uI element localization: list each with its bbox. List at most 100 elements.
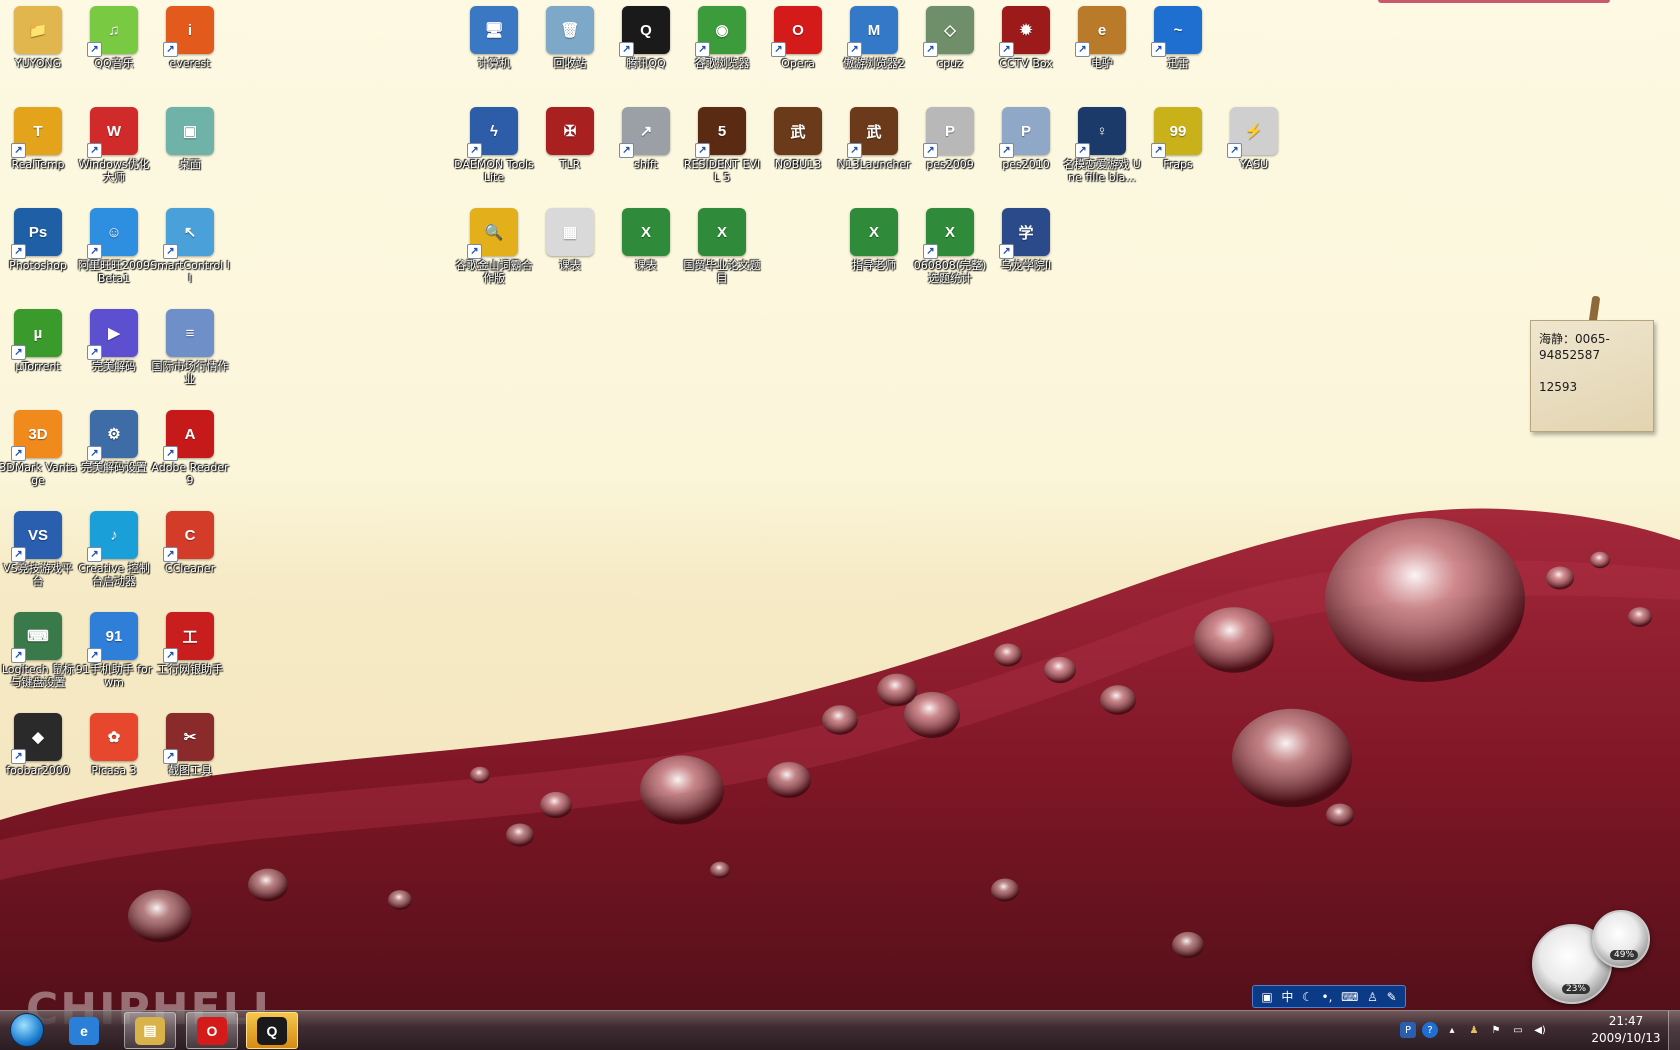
icon-yuyong-image: 📁 bbox=[14, 6, 62, 54]
icon-wanmei-decoder-image: ▶ ↗ bbox=[87, 309, 138, 360]
icon-desktop-folder[interactable]: ▣ 桌面 bbox=[152, 107, 228, 171]
help-icon[interactable]: ? bbox=[1422, 1022, 1438, 1038]
network-icon[interactable]: ▭ bbox=[1510, 1022, 1526, 1038]
icon-icbc[interactable]: 工 ↗ 工行网银助手 bbox=[152, 612, 228, 676]
icon-tencent-qq[interactable]: Q ↗ 腾讯QQ bbox=[608, 6, 684, 70]
icon-wanmei-decoder[interactable]: ▶ ↗ 完美解码 bbox=[76, 309, 152, 373]
icon-une-fille[interactable]: ♀ ↗ 名模恋爱游戏 Une fille bla... bbox=[1063, 107, 1141, 184]
icon-vs-platform-glyph: VS bbox=[27, 526, 48, 544]
icon-schedule-image[interactable]: ▦ 课表 bbox=[532, 208, 608, 272]
icon-realtemp[interactable]: T ↗ RealTemp bbox=[0, 107, 76, 171]
icon-photoshop-glyph: Ps bbox=[28, 223, 48, 241]
ime-keyboard-icon[interactable]: ⌨ bbox=[1341, 990, 1358, 1004]
icon-smartcontrol[interactable]: ↖ ↗ SmartControl II bbox=[150, 208, 230, 285]
icon-creative[interactable]: ♪ ↗ Creative 控制台启动器 bbox=[76, 511, 152, 588]
icon-recycle-bin[interactable]: 🗑 回收站 bbox=[532, 6, 608, 70]
icon-thunder[interactable]: ~ ↗ 迅雷 bbox=[1140, 6, 1216, 70]
icon-3dmark[interactable]: 3D ↗ 3DMark Vantage bbox=[0, 410, 77, 487]
icon-resident-evil[interactable]: 5 ↗ RESIDENT EVIL 5 bbox=[684, 107, 760, 184]
cpu-percent: 23% bbox=[1562, 984, 1591, 994]
icon-chrome[interactable]: ◉ ↗ 谷歌浏览器 bbox=[684, 6, 760, 70]
clock[interactable]: 21:47 2009/10/13 bbox=[1586, 1013, 1666, 1047]
ime-logo-icon[interactable]: ▣ bbox=[1261, 990, 1272, 1004]
ime-tray-icon[interactable]: P bbox=[1400, 1022, 1416, 1038]
icon-yuyong[interactable]: 📁 YUYONG bbox=[0, 6, 76, 70]
icon-label: RealTemp bbox=[11, 158, 65, 171]
icon-emule-glyph: e bbox=[1097, 21, 1107, 39]
icon-label: 完美解码设置 bbox=[81, 461, 147, 474]
icon-qq-music[interactable]: ♫ ↗ QQ音乐 bbox=[76, 6, 152, 70]
ime-toolbar[interactable]: ▣ 中 ☾ •, ⌨ ♙ ✎ bbox=[1252, 985, 1406, 1008]
icon-yasu-glyph: ⚡ bbox=[1244, 123, 1264, 140]
tray-chevron-icon[interactable]: ▴ bbox=[1444, 1022, 1460, 1038]
icon-91-assistant[interactable]: 91 ↗ 91手机助手 for wm bbox=[76, 612, 152, 689]
icon-label: 回收站 bbox=[553, 57, 587, 70]
taskbar-ie-button[interactable]: e bbox=[58, 1012, 110, 1049]
icon-photoshop[interactable]: Ps ↗ Photoshop bbox=[0, 208, 76, 272]
icon-creative-image: ♪ ↗ bbox=[87, 511, 138, 562]
taskbar-opera-button[interactable]: O bbox=[186, 1012, 238, 1049]
icon-pes2009[interactable]: P ↗ pes2009 bbox=[912, 107, 988, 171]
icon-foobar[interactable]: ◆ ↗ foobar2000 bbox=[0, 713, 76, 777]
taskbar-qq-icon: Q bbox=[257, 1016, 287, 1045]
icon-pes2010-glyph: P bbox=[1020, 122, 1031, 140]
icon-jinshan-ciba[interactable]: 🔍 ↗ 谷歌金山词霸合作版 bbox=[456, 208, 533, 285]
icon-nobu13[interactable]: 武 NOBU13 bbox=[760, 107, 836, 171]
shortcut-arrow-icon: ↗ bbox=[999, 42, 1014, 57]
icon-topic-stats[interactable]: X ↗ 060808(完整)选题统计 bbox=[912, 208, 988, 285]
icon-doc-homework[interactable]: ≡ 国际市场行情作业 bbox=[152, 309, 229, 386]
icon-pes2010[interactable]: P ↗ pes2010 bbox=[988, 107, 1064, 171]
icon-label: N13Launcher bbox=[837, 158, 911, 171]
icon-label: 3DMark Vantage bbox=[0, 461, 77, 487]
icon-schedule-excel[interactable]: X 课表 bbox=[608, 208, 684, 272]
icon-emule-image: e ↗ bbox=[1075, 6, 1126, 57]
shortcut-arrow-icon: ↗ bbox=[163, 446, 178, 461]
icon-picasa[interactable]: ✿ Picasa 3 bbox=[76, 713, 152, 777]
icon-everest[interactable]: i ↗ everest bbox=[152, 6, 228, 70]
icon-wulong-academy[interactable]: 学 ↗ 乌龙学院II bbox=[988, 208, 1064, 272]
icon-fraps[interactable]: 99 ↗ Fraps bbox=[1140, 107, 1216, 171]
sticky-note[interactable]: 海静：0065- 94852587 12593 bbox=[1530, 320, 1654, 432]
icon-utorrent[interactable]: µ ↗ µTorrent bbox=[0, 309, 76, 373]
icon-thesis-topics[interactable]: X 国贸毕业论文题目 bbox=[684, 208, 761, 285]
icon-computer[interactable]: 🖥 计算机 bbox=[456, 6, 532, 70]
icon-label: SmartControl II bbox=[150, 259, 230, 285]
ime-moon-icon[interactable]: ☾ bbox=[1302, 990, 1313, 1004]
network-app-icon[interactable]: ♟ bbox=[1466, 1022, 1482, 1038]
icon-cctv-box[interactable]: ✹ ↗ CCTV Box bbox=[988, 6, 1064, 70]
memory-gauge[interactable]: 49% bbox=[1592, 910, 1650, 968]
icon-cpuz[interactable]: ◇ ↗ cpuz bbox=[912, 6, 988, 70]
ime-user-icon[interactable]: ♙ bbox=[1367, 990, 1378, 1004]
icon-vs-platform[interactable]: VS ↗ VS竞技游戏平台 bbox=[0, 511, 76, 588]
icon-adobe-reader[interactable]: A ↗ Adobe Reader 9 bbox=[151, 410, 229, 487]
taskbar-qq-button[interactable]: Q bbox=[246, 1012, 298, 1049]
volume-icon[interactable]: ◀) bbox=[1532, 1022, 1548, 1038]
icon-une-fille-image: ♀ ↗ bbox=[1075, 107, 1126, 158]
icon-logitech[interactable]: ⌨ ↗ Logitech 鼠标与键盘设置 bbox=[0, 612, 76, 689]
icon-ccleaner[interactable]: C ↗ CCleaner bbox=[152, 511, 228, 575]
icon-n13launcher[interactable]: 武 ↗ N13Launcher bbox=[836, 107, 912, 171]
shortcut-arrow-icon: ↗ bbox=[847, 143, 862, 158]
start-button[interactable] bbox=[4, 1010, 50, 1050]
icon-decoder-settings[interactable]: ⚙ ↗ 完美解码设置 bbox=[76, 410, 152, 474]
icon-tlr[interactable]: ✠ TLR bbox=[532, 107, 608, 171]
icon-aliwangwang[interactable]: ☺ ↗ 阿里旺旺2009 Beta1 bbox=[76, 208, 152, 285]
show-desktop-button[interactable] bbox=[1668, 1011, 1680, 1050]
icon-daemon-tools-glyph: ϟ bbox=[490, 122, 498, 140]
ime-settings-icon[interactable]: ✎ bbox=[1387, 990, 1397, 1004]
icon-label: Logitech 鼠标与键盘设置 bbox=[1, 663, 75, 689]
icon-advisors[interactable]: X 指导老师 bbox=[836, 208, 912, 272]
icon-opera[interactable]: O ↗ Opera bbox=[760, 6, 836, 70]
note-line-1: 海静：0065- bbox=[1539, 332, 1610, 346]
icon-snipping-tool[interactable]: ✂ ↗ 截图工具 bbox=[152, 713, 228, 777]
icon-maxthon[interactable]: M ↗ 傲游浏览器2 bbox=[836, 6, 912, 70]
action-center-flag-icon[interactable]: ⚑ bbox=[1488, 1022, 1504, 1038]
icon-daemon-tools[interactable]: ϟ ↗ DAEMON Tools Lite bbox=[454, 107, 534, 184]
icon-emule[interactable]: e ↗ 电驴 bbox=[1064, 6, 1140, 70]
icon-windows-optimizer[interactable]: W ↗ Windows优化大师 bbox=[76, 107, 152, 184]
taskbar-explorer-button[interactable]: ▤ bbox=[124, 1012, 176, 1049]
icon-shift[interactable]: ↗ ↗ shift bbox=[608, 107, 684, 171]
ime-mode[interactable]: 中 bbox=[1281, 988, 1293, 1005]
ime-punct-icon[interactable]: •, bbox=[1322, 990, 1333, 1004]
icon-yasu[interactable]: ⚡ ↗ YASU bbox=[1216, 107, 1292, 171]
